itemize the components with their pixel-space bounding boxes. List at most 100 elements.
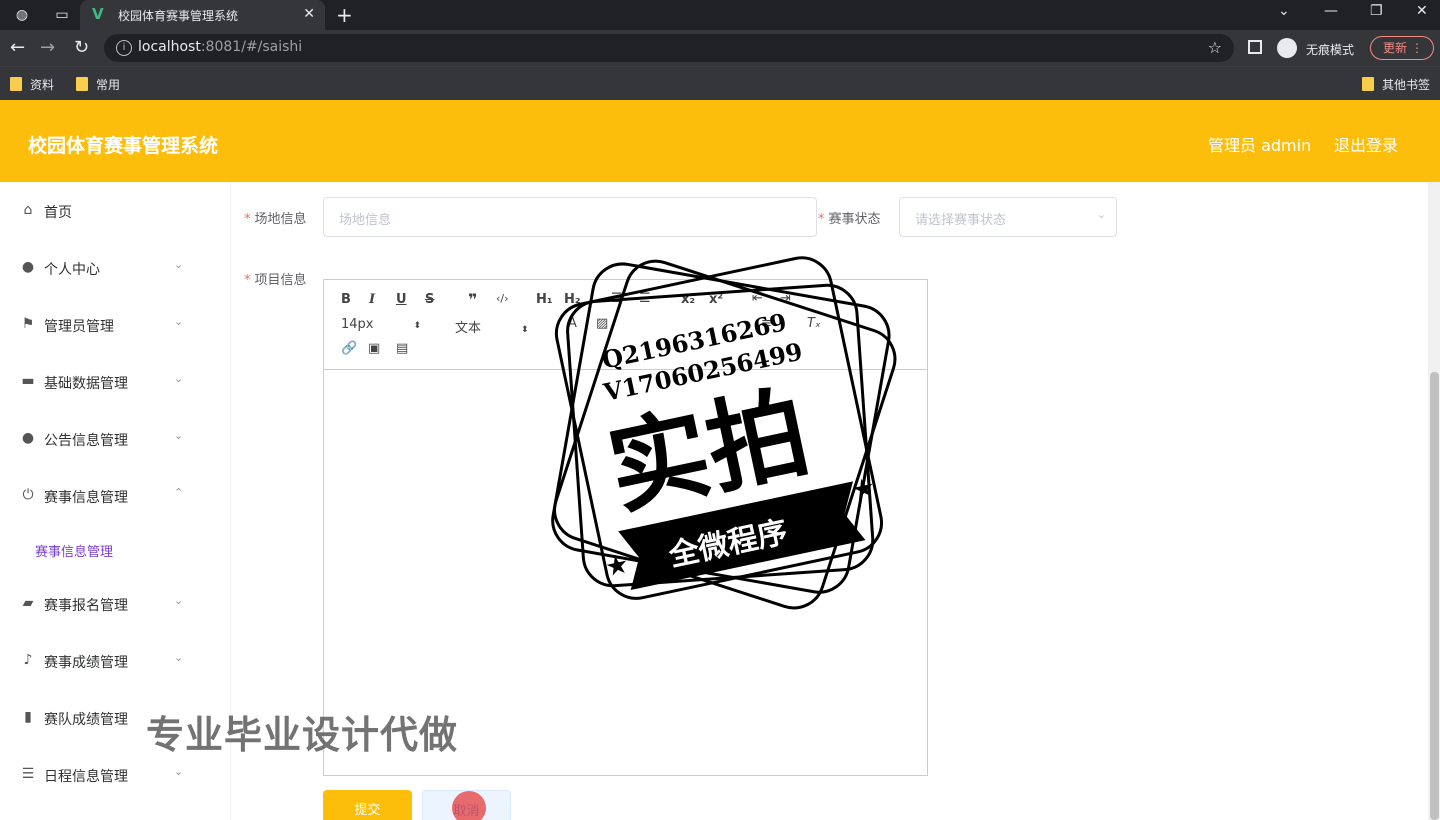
update-button[interactable]: 更新 ⋮ — [1370, 36, 1434, 60]
video-icon[interactable]: ▤ — [396, 341, 408, 356]
incognito-icon — [1277, 38, 1297, 58]
font-size-select[interactable]: 14px ⬍ — [341, 317, 421, 332]
address-bar: ← → ↻ i localhost:8081/#/saishi ☆ — [0, 30, 1440, 66]
venue-label: * 场地信息 — [244, 212, 307, 227]
app-title: 校园体育赛事管理系统 — [28, 135, 219, 157]
sidebar-item-home[interactable]: ⌂ 首页 — [0, 182, 208, 238]
chevron-down-icon: ⌄ — [174, 429, 184, 442]
sidebar-item-label: 赛事信息管理 — [44, 490, 128, 506]
sidebar-item-label: 赛事报名管理 — [44, 598, 128, 614]
url-text: localhost:8081/#/saishi — [138, 39, 302, 55]
sidebar-item-label: 公告信息管理 — [44, 433, 128, 449]
update-label: 更新 — [1383, 41, 1408, 55]
watermark-stamp: Q2196316269 V17060256499 实拍 全微程序 ★ ★ — [551, 256, 897, 610]
bookmark-label: 常用 — [96, 78, 121, 92]
new-tab-icon[interactable]: + — [336, 3, 353, 27]
flag-icon: ⚑ — [21, 316, 35, 332]
side-panel-icon[interactable] — [1248, 40, 1262, 54]
sidebar-item-label: 个人中心 — [44, 262, 100, 278]
submit-button[interactable]: 提交 — [323, 790, 412, 820]
sidebar-item-admin[interactable]: ⚑ 管理员管理 ⌄ — [0, 296, 208, 352]
sidebar-item-notice[interactable]: ● 公告信息管理 ⌄ — [0, 410, 208, 466]
tab-list-icon[interactable]: ⌄ — [1278, 3, 1290, 19]
chevron-down-icon: ⌄ — [174, 258, 184, 271]
font-size-value: 14px — [341, 317, 374, 332]
vue-logo-icon: V — [92, 5, 104, 23]
venue-label-text: 场地信息 — [254, 212, 307, 227]
select-caret-icon: ⬍ — [413, 321, 422, 331]
status-select[interactable]: 请选择赛事状态 ⌄ — [899, 197, 1117, 237]
venue-placeholder: 场地信息 — [339, 213, 392, 228]
mic-icon: ♪ — [23, 652, 33, 668]
user-icon: ● — [21, 259, 35, 275]
sidebar-item-registration[interactable]: ▰ 赛事报名管理 ⌄ — [0, 575, 208, 631]
monitor-icon: ▬ — [21, 373, 35, 389]
other-bookmarks[interactable]: 其他书签 — [1362, 76, 1430, 93]
text-style-select[interactable]: 文本 ⬍ — [455, 317, 529, 336]
sidebar-item-profile[interactable]: ● 个人中心 ⌄ — [0, 239, 208, 295]
minimize-icon[interactable]: — — [1324, 3, 1338, 19]
url-host: localhost — [138, 39, 201, 55]
link-icon[interactable]: 🔗 — [341, 341, 357, 356]
folder-icon — [10, 77, 22, 91]
sidebar-item-basic-data[interactable]: ▬ 基础数据管理 ⌄ — [0, 353, 208, 409]
home-icon: ⌂ — [23, 202, 33, 218]
tab-close-icon[interactable]: ✕ — [303, 6, 315, 22]
window-close-icon[interactable]: ✕ — [1416, 3, 1428, 19]
chevron-down-icon: ⌄ — [174, 594, 184, 607]
sidebar-item-event[interactable]: ⏻ 赛事信息管理 ⌃ — [0, 467, 208, 523]
chevron-up-icon: ⌃ — [174, 486, 184, 499]
browser-tab[interactable]: V 校园体育赛事管理系统 ✕ — [80, 0, 325, 30]
sidebar-item-label: 管理员管理 — [44, 319, 114, 335]
bookmark-star-icon[interactable]: ☆ — [1208, 38, 1222, 57]
menu-dots-icon[interactable]: ⋮ — [1411, 37, 1423, 59]
tab-search-icon[interactable]: ▭ — [52, 5, 72, 25]
logout-link[interactable]: 退出登录 — [1334, 132, 1398, 156]
sidebar-item-label: 赛事成绩管理 — [44, 655, 128, 671]
browser-tab-bar: ◍ ▭ V 校园体育赛事管理系统 ✕ + ⌄ — ❐ ✕ — [0, 0, 1440, 30]
bookmark-folder-1[interactable]: 资料 — [10, 76, 54, 93]
bookmark-label: 其他书签 — [1382, 78, 1431, 92]
bookmarks-bar: 资料 常用 其他书签 — [0, 66, 1440, 100]
incognito-label: 无痕模式 — [1306, 43, 1355, 57]
restore-icon[interactable]: ❐ — [1370, 3, 1383, 19]
app-header: 校园体育赛事管理系统 管理员 admin 退出登录 — [0, 100, 1440, 182]
sidebar-subitem-event[interactable]: 赛事信息管理 — [0, 530, 208, 570]
bookmark-label: 资料 — [30, 78, 55, 92]
project-label-text: 项目信息 — [254, 273, 307, 288]
back-icon[interactable]: ← — [10, 38, 25, 58]
chevron-down-icon: ⌄ — [174, 315, 184, 328]
image-icon[interactable]: ▣ — [368, 341, 380, 356]
chevron-down-icon: ⌄ — [174, 372, 184, 385]
folder-icon — [1362, 77, 1374, 91]
reload-icon[interactable]: ↻ — [74, 38, 89, 58]
sidebar-item-label: 基础数据管理 — [44, 376, 128, 392]
cursor-highlight — [452, 791, 486, 820]
scrollbar-thumb[interactable] — [1430, 372, 1439, 820]
bookmark-folder-2[interactable]: 常用 — [76, 76, 120, 93]
url-field[interactable]: i localhost:8081/#/saishi ☆ — [104, 34, 1234, 62]
tab-title: 校园体育赛事管理系统 — [118, 9, 239, 23]
venue-input[interactable]: 场地信息 — [323, 197, 817, 237]
code-icon[interactable]: ‹/› — [496, 292, 509, 305]
sidebar-item-label: 日程信息管理 — [44, 769, 128, 785]
list-icon: ☰ — [21, 766, 35, 782]
bold-icon[interactable]: B — [341, 292, 351, 307]
site-info-icon[interactable]: i — [116, 40, 132, 56]
underline-icon[interactable]: U — [396, 292, 407, 307]
forward-icon[interactable]: → — [40, 38, 55, 58]
text-style-value: 文本 — [455, 321, 482, 336]
folder-icon — [76, 77, 88, 91]
blockquote-icon[interactable]: ❞ — [468, 290, 477, 309]
status-label-text: 赛事状态 — [828, 212, 881, 227]
chevron-down-icon: ⌄ — [174, 765, 184, 778]
strike-icon[interactable]: S — [425, 292, 434, 307]
globe-icon[interactable]: ◍ — [12, 5, 32, 25]
status-label: * 赛事状态 — [818, 212, 881, 227]
power-icon: ⏻ — [22, 487, 34, 503]
italic-icon[interactable]: I — [369, 292, 375, 307]
sidebar-item-score[interactable]: ♪ 赛事成绩管理 ⌄ — [0, 632, 208, 688]
bar-chart-icon: ▮ — [24, 709, 32, 725]
ticket-icon: ▰ — [22, 595, 34, 611]
chevron-down-icon: ⌄ — [1096, 208, 1106, 221]
